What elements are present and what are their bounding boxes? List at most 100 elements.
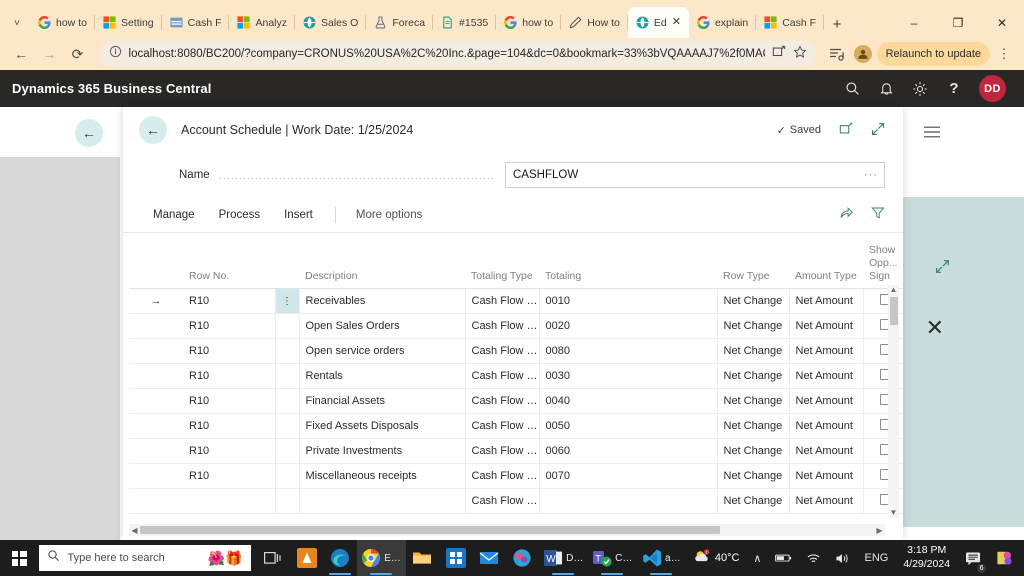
grid-horizontal-scrollbar[interactable]: ◀ ▶	[129, 524, 885, 536]
browser-tab[interactable]: how to	[496, 7, 562, 38]
search-icon[interactable]	[843, 80, 861, 98]
background-expand-icon[interactable]	[935, 259, 950, 278]
battery-icon[interactable]	[768, 540, 799, 576]
horizontal-scroll-thumb[interactable]	[140, 526, 720, 534]
tray-app-icon[interactable]	[989, 540, 1020, 576]
notification-bell-icon[interactable]	[877, 80, 895, 98]
grid-header-show-opp-sign[interactable]: Show Opp... Sign	[863, 241, 903, 290]
browser-tab[interactable]: #1535	[433, 7, 497, 38]
cell-totaling[interactable]: 0010	[539, 288, 718, 315]
scroll-up-arrow-icon[interactable]: ▲	[890, 285, 898, 295]
edge-icon[interactable]	[323, 540, 356, 576]
cell-row-type[interactable]: Net Change	[717, 463, 790, 490]
table-row[interactable]: Cash Flow … Net Change Net Amount	[129, 488, 903, 515]
expand-icon[interactable]	[871, 122, 885, 139]
cell-amount-type[interactable]: Net Amount	[789, 313, 864, 340]
profile-icon[interactable]	[851, 42, 875, 66]
grid-header-amount-type[interactable]: Amount Type	[789, 241, 863, 290]
language-indicator[interactable]: ENG	[857, 540, 895, 576]
cell-row-no[interactable]: R10	[183, 363, 276, 390]
cell-totaling-type[interactable]: Cash Flow …	[465, 438, 540, 465]
cell-totaling-type[interactable]: Cash Flow …	[465, 338, 540, 365]
cell-row-type[interactable]: Net Change	[717, 363, 790, 390]
minimize-button[interactable]: –	[892, 7, 936, 38]
cell-description[interactable]: Financial Assets	[299, 388, 466, 415]
cell-row-no[interactable]: R10	[183, 288, 276, 315]
mail-icon[interactable]	[472, 540, 505, 576]
settings-gear-icon[interactable]	[911, 80, 929, 98]
vertical-scroll-thumb[interactable]	[889, 297, 898, 325]
reading-list-icon[interactable]	[825, 42, 849, 66]
microsoft-store-icon[interactable]	[439, 540, 472, 576]
table-row[interactable]: R10 Financial Assets Cash Flow … 0040 Net Ch…	[129, 388, 903, 415]
relaunch-to-update-button[interactable]: Relaunch to update	[876, 42, 991, 66]
cell-description[interactable]: Open Sales Orders	[299, 313, 466, 340]
cell-row-no[interactable]: R10	[183, 338, 276, 365]
cell-totaling-type[interactable]: Cash Flow …	[465, 463, 540, 490]
chrome-icon[interactable]: E…	[356, 540, 406, 576]
scroll-down-arrow-icon[interactable]: ▼	[890, 508, 898, 518]
file-explorer-icon[interactable]	[406, 540, 439, 576]
volume-icon[interactable]	[828, 540, 857, 576]
row-menu-icon[interactable]	[275, 488, 300, 515]
cell-totaling-type[interactable]: Cash Flow …	[465, 388, 540, 415]
browser-tab[interactable]: Sales O	[295, 7, 367, 38]
table-row[interactable]: R10 Fixed Assets Disposals Cash Flow … 0050…	[129, 413, 903, 440]
reload-button[interactable]: ⟳	[64, 41, 90, 67]
back-button[interactable]: ←	[8, 41, 34, 67]
avatar[interactable]: DD	[979, 75, 1006, 102]
grid-header-row-no[interactable]: Row No.	[183, 241, 275, 290]
cell-row-type[interactable]: Net Change	[717, 313, 790, 340]
install-app-icon[interactable]	[772, 45, 786, 64]
grid-header-row-type[interactable]: Row Type	[717, 241, 789, 290]
filter-icon[interactable]	[871, 206, 885, 223]
cell-amount-type[interactable]: Net Amount	[789, 463, 864, 490]
cell-amount-type[interactable]: Net Amount	[789, 488, 864, 515]
cell-description[interactable]: Private Investments	[299, 438, 466, 465]
cell-row-no[interactable]: R10	[183, 413, 276, 440]
scroll-left-arrow-icon[interactable]: ◀	[129, 526, 140, 535]
browser-tab[interactable]: how to	[30, 7, 95, 38]
teams-icon[interactable]: T C…	[588, 540, 637, 576]
ribbon-item-process[interactable]: Process	[207, 205, 273, 225]
notification-icon[interactable]: 6	[958, 540, 989, 576]
ribbon-item-insert[interactable]: Insert	[272, 205, 325, 225]
cell-totaling-type[interactable]: Cash Flow …	[465, 288, 540, 315]
word-icon[interactable]: W D…	[539, 540, 588, 576]
cell-description[interactable]: Miscellaneous receipts	[299, 463, 466, 490]
cell-description[interactable]: Fixed Assets Disposals	[299, 413, 466, 440]
cell-totaling[interactable]: 0040	[539, 388, 718, 415]
cell-row-no[interactable]: R10	[183, 388, 276, 415]
wifi-icon[interactable]	[799, 540, 828, 576]
browser-tab-active[interactable]: Ed ✕	[627, 7, 689, 38]
share-icon[interactable]	[839, 206, 853, 223]
row-menu-icon[interactable]	[275, 388, 300, 415]
cell-totaling[interactable]: 0030	[539, 363, 718, 390]
browser-tab[interactable]: Cash F	[756, 7, 824, 38]
cell-totaling[interactable]: 0070	[539, 463, 718, 490]
cell-row-type[interactable]: Net Change	[717, 388, 790, 415]
cell-totaling-type[interactable]: Cash Flow …	[465, 413, 540, 440]
scroll-right-arrow-icon[interactable]: ▶	[874, 526, 885, 535]
cell-amount-type[interactable]: Net Amount	[789, 338, 864, 365]
lookup-button[interactable]: ···	[864, 169, 878, 181]
table-row[interactable]: R10 Miscellaneous receipts Cash Flow … 0070…	[129, 463, 903, 490]
cell-totaling[interactable]: 0060	[539, 438, 718, 465]
cell-row-type[interactable]: Net Change	[717, 488, 790, 515]
diagram-app-icon[interactable]	[290, 540, 323, 576]
cell-amount-type[interactable]: Net Amount	[789, 413, 864, 440]
browser-tab[interactable]: Analyz	[229, 7, 295, 38]
maximize-button[interactable]: ❐	[936, 7, 980, 38]
row-menu-icon[interactable]	[275, 363, 300, 390]
cell-amount-type[interactable]: Net Amount	[789, 388, 864, 415]
browser-tab[interactable]: Cash F	[162, 7, 230, 38]
table-row[interactable]: R10 Private Investments Cash Flow … 0060 Net…	[129, 438, 903, 465]
background-back-button[interactable]: ←	[75, 119, 103, 147]
table-row[interactable]: R10 Rentals Cash Flow … 0030 Net Change Net A…	[129, 363, 903, 390]
table-row[interactable]: R10 Open service orders Cash Flow … 0080 Net…	[129, 338, 903, 365]
cell-row-type[interactable]: Net Change	[717, 438, 790, 465]
browser-tab[interactable]: explain	[689, 7, 757, 38]
row-menu-icon[interactable]	[275, 313, 300, 340]
vscode-icon[interactable]: a…	[637, 540, 686, 576]
cell-totaling[interactable]	[539, 488, 718, 515]
